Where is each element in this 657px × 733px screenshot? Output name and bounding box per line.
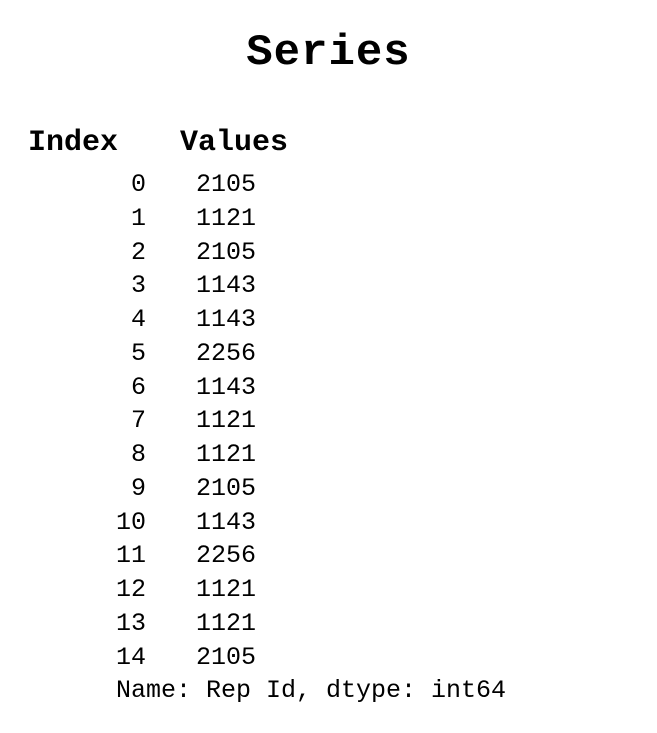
series-container: Series Index Values 02105111212210531143… <box>0 0 657 705</box>
row-value: 2105 <box>146 472 256 506</box>
row-index: 5 <box>28 337 146 371</box>
row-index: 6 <box>28 371 146 405</box>
row-index: 12 <box>28 573 146 607</box>
table-row: 31143 <box>28 269 657 303</box>
table-row: 71121 <box>28 404 657 438</box>
table-row: 121121 <box>28 573 657 607</box>
row-index: 0 <box>28 168 146 202</box>
row-value: 2105 <box>146 236 256 270</box>
row-value: 2105 <box>146 641 256 675</box>
row-index: 2 <box>28 236 146 270</box>
table-headers: Index Values <box>28 126 657 160</box>
row-value: 1121 <box>146 438 256 472</box>
table-row: 92105 <box>28 472 657 506</box>
row-index: 14 <box>28 641 146 675</box>
row-value: 1121 <box>146 404 256 438</box>
row-value: 1143 <box>146 506 256 540</box>
row-value: 2105 <box>146 168 256 202</box>
table-row: 142105 <box>28 641 657 675</box>
header-index: Index <box>28 126 180 160</box>
table-row: 52256 <box>28 337 657 371</box>
table-body: 0210511121221053114341143522566114371121… <box>28 168 657 674</box>
table-row: 22105 <box>28 236 657 270</box>
row-value: 1143 <box>146 371 256 405</box>
row-value: 1143 <box>146 269 256 303</box>
row-index: 1 <box>28 202 146 236</box>
series-footer: Name: Rep Id, dtype: int64 <box>28 674 657 705</box>
row-value: 2256 <box>146 539 256 573</box>
table-row: 41143 <box>28 303 657 337</box>
table-row: 101143 <box>28 506 657 540</box>
row-value: 1143 <box>146 303 256 337</box>
row-index: 8 <box>28 438 146 472</box>
row-value: 2256 <box>146 337 256 371</box>
table-row: 61143 <box>28 371 657 405</box>
table-row: 02105 <box>28 168 657 202</box>
row-value: 1121 <box>146 607 256 641</box>
row-index: 7 <box>28 404 146 438</box>
header-values: Values <box>180 126 288 160</box>
row-value: 1121 <box>146 202 256 236</box>
page-title: Series <box>0 28 657 78</box>
row-index: 3 <box>28 269 146 303</box>
series-table: Index Values 021051112122105311434114352… <box>0 126 657 705</box>
row-index: 9 <box>28 472 146 506</box>
row-index: 10 <box>28 506 146 540</box>
table-row: 131121 <box>28 607 657 641</box>
table-row: 11121 <box>28 202 657 236</box>
row-index: 13 <box>28 607 146 641</box>
row-index: 4 <box>28 303 146 337</box>
table-row: 112256 <box>28 539 657 573</box>
row-value: 1121 <box>146 573 256 607</box>
row-index: 11 <box>28 539 146 573</box>
table-row: 81121 <box>28 438 657 472</box>
